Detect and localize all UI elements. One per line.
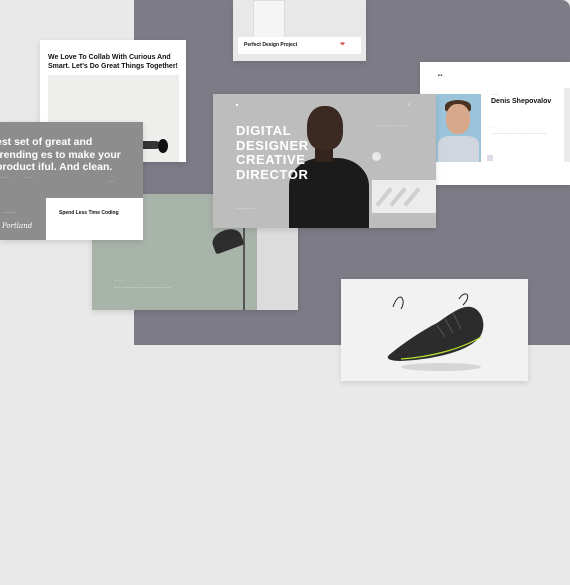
project-bar: Perfect Design Project · · ❤ · ·	[238, 37, 361, 54]
hero-logo: ■	[236, 102, 239, 107]
project-meta: · ·	[348, 43, 351, 47]
hero-thumbnail	[372, 180, 436, 213]
shoe-card[interactable]	[341, 279, 528, 381]
trending-lower: — — — — Portland	[0, 198, 46, 240]
trending-heading: est set of great and trending es to make…	[0, 136, 121, 173]
trending-small: — — —	[24, 176, 33, 179]
profile-face	[446, 104, 470, 134]
lamp-shade	[209, 225, 245, 255]
menu-icon[interactable]: ≡	[408, 102, 410, 107]
next-link[interactable]: — →	[108, 179, 115, 183]
hero-bottom-link[interactable]: — — — — ——	[236, 207, 254, 210]
profile-card[interactable]: ■ ■ — — Denis Shepovalov — — — — — — — —…	[420, 62, 570, 185]
trending-card[interactable]: est set of great and trending es to make…	[0, 122, 143, 240]
profile-name: Denis Shepovalov	[491, 98, 552, 105]
collab-kicker: — — —	[48, 48, 64, 52]
spend-label: Spend Less Time Coding	[59, 210, 119, 216]
spend-panel: Spend Less Time Coding	[46, 198, 143, 240]
hero-side-text: — — — — — — — — — — — —	[373, 124, 413, 127]
profile-desc: — — — — — — — — — — — — — — — — — —	[492, 132, 547, 135]
heart-icon[interactable]: ❤	[340, 41, 345, 48]
project-card[interactable]: Perfect Design Project · · ❤ · ·	[233, 0, 366, 61]
project-title: Perfect Design Project	[244, 42, 298, 48]
collab-heading: We Love To Collab With Curious And Smart…	[48, 54, 178, 70]
lower-label: — — — —	[2, 210, 16, 214]
profile-kicker: — —	[492, 93, 498, 96]
hero-headline: DIGITAL DESIGNER CREATIVE DIRECTOR	[236, 123, 309, 182]
profile-edge	[564, 88, 570, 162]
play-icon[interactable]	[372, 152, 381, 161]
lamp-pole	[243, 224, 245, 310]
interior-text: — — — — — — — — — — — — — —	[114, 285, 171, 289]
person-hair	[158, 139, 168, 153]
profile-photo	[436, 94, 481, 162]
signature-logo: Portland	[2, 222, 33, 230]
interior-kicker: — — —	[114, 279, 123, 282]
shoe-image	[387, 293, 484, 371]
project-meta: · ·	[325, 43, 328, 47]
showcase-stage: — — — We Love To Collab With Curious And…	[0, 0, 570, 585]
trending-small: — — —	[0, 176, 9, 179]
door-image	[253, 0, 285, 42]
profile-square	[487, 155, 493, 161]
profile-tag: —	[492, 126, 495, 129]
profile-shirt	[438, 136, 479, 162]
profile-logo: ■ ■	[438, 73, 443, 77]
hero-card[interactable]: ■ ≡ DIGITAL DESIGNER CREATIVE DIRECTOR —…	[213, 94, 436, 228]
